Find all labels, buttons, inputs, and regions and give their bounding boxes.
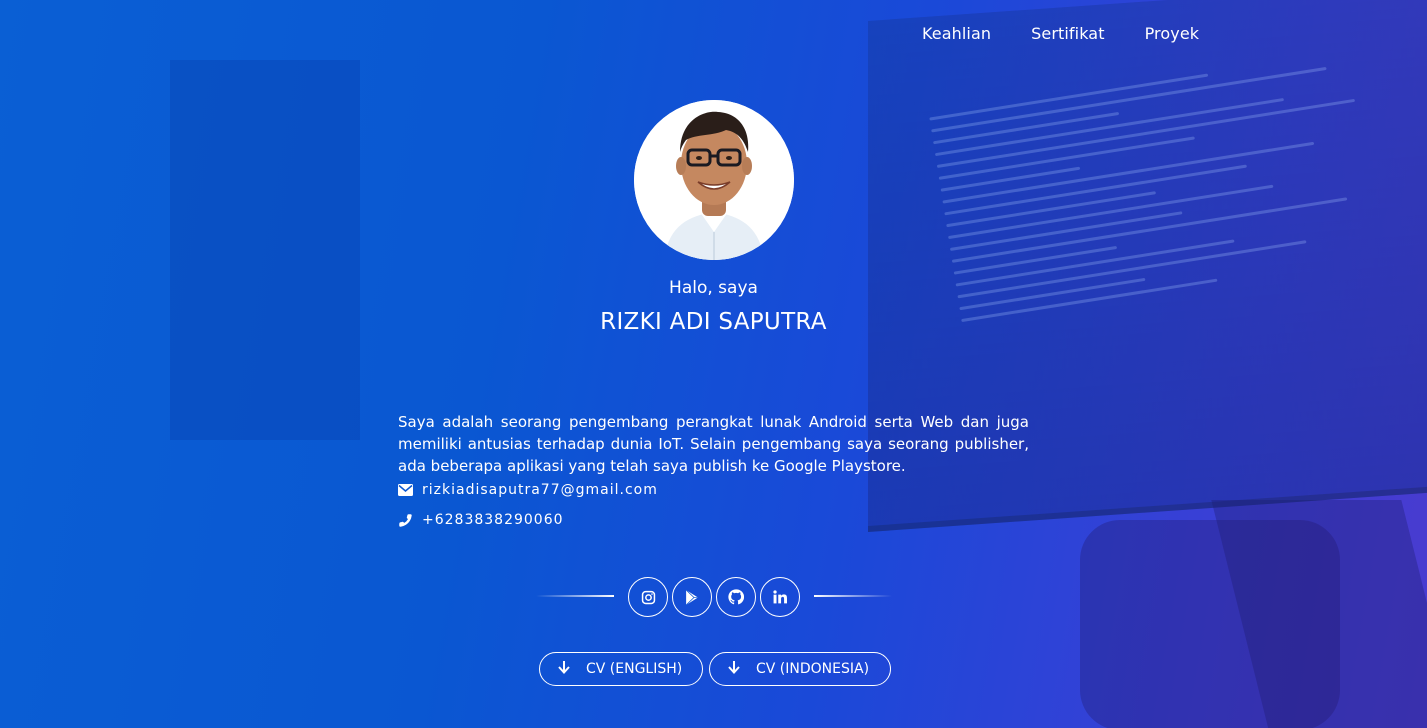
- linkedin-icon: [773, 590, 787, 604]
- instagram-button[interactable]: [628, 577, 668, 617]
- bio-paragraph: Saya adalah seorang pengembang perangkat…: [398, 413, 1029, 475]
- arrow-down-icon: [728, 660, 740, 678]
- divider-line: [814, 595, 892, 597]
- cv-english-label: CV (ENGLISH): [586, 661, 683, 677]
- nav-keahlian[interactable]: Keahlian: [922, 24, 991, 43]
- cv-downloads: CV (ENGLISH) CV (INDONESIA): [539, 652, 891, 686]
- background-shadow: [1080, 520, 1340, 728]
- email-text[interactable]: rizkiadisaputra77@gmail.com: [422, 482, 658, 498]
- phone-icon: [398, 513, 413, 528]
- profile-photo: [634, 100, 794, 260]
- profile-name: RIZKI ADI SAPUTRA: [600, 309, 827, 335]
- background-decoration: [170, 60, 360, 440]
- cv-english-button[interactable]: CV (ENGLISH): [539, 652, 703, 686]
- google-play-button[interactable]: [672, 577, 712, 617]
- google-play-icon: [685, 589, 698, 605]
- nav-proyek[interactable]: Proyek: [1145, 24, 1200, 43]
- social-links: [628, 577, 800, 617]
- profile-avatar: [634, 100, 794, 260]
- arrow-down-icon: [558, 660, 570, 678]
- github-button[interactable]: [716, 577, 756, 617]
- envelope-icon: [398, 484, 413, 496]
- divider-line: [536, 595, 614, 597]
- cv-indonesia-label: CV (INDONESIA): [756, 661, 870, 677]
- github-icon: [728, 589, 744, 605]
- contact-phone: +6283838290060: [398, 512, 564, 528]
- greeting-text: Halo, saya: [669, 278, 758, 298]
- instagram-icon: [641, 590, 655, 604]
- cv-indonesia-button[interactable]: CV (INDONESIA): [709, 652, 891, 686]
- contact-email: rizkiadisaputra77@gmail.com: [398, 482, 658, 498]
- linkedin-button[interactable]: [760, 577, 800, 617]
- phone-text[interactable]: +6283838290060: [422, 512, 564, 528]
- nav-sertifikat[interactable]: Sertifikat: [1031, 24, 1104, 43]
- top-nav: Keahlian Sertifikat Proyek: [922, 24, 1199, 43]
- hero-section: Keahlian Sertifikat Proyek Halo, saya RI…: [0, 0, 1427, 728]
